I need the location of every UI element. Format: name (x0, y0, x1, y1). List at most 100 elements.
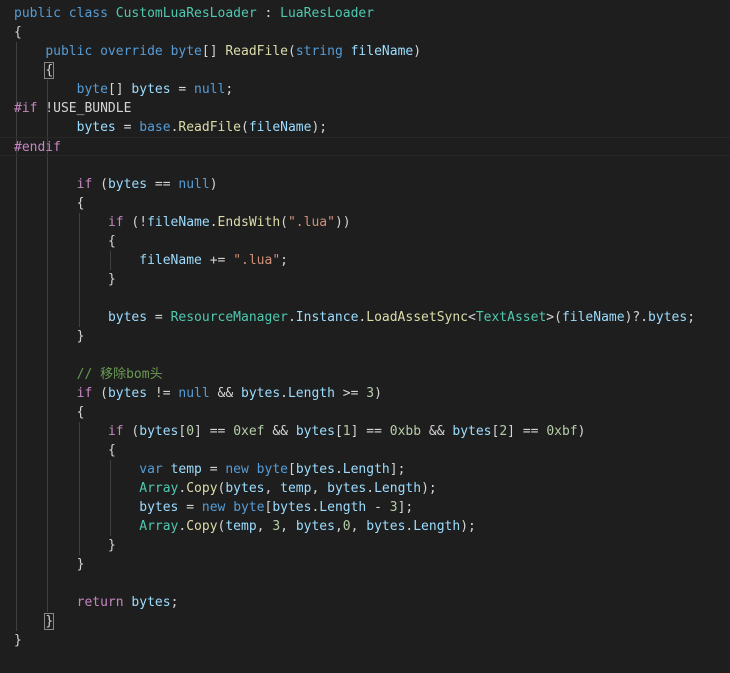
code-token: ] == (350, 424, 390, 439)
code-token: [ (287, 462, 296, 477)
code-token: bytes (131, 595, 171, 610)
code-token: = (170, 82, 195, 97)
code-token: : (256, 6, 281, 21)
code-line[interactable] (0, 289, 730, 308)
code-token: ResourceManager (170, 310, 288, 325)
code-token: . (209, 215, 218, 230)
code-token: Length (319, 500, 367, 515)
code-line[interactable]: } (0, 536, 730, 555)
code-token: Length (413, 519, 461, 534)
code-token: ) (577, 424, 586, 439)
code-line[interactable]: bytes = base.ReadFile(fileName); (0, 118, 730, 137)
code-token: 0xef (233, 424, 265, 439)
code-token: = (147, 310, 171, 325)
code-line[interactable]: Array.Copy(temp, 3, bytes,0, bytes.Lengt… (0, 517, 730, 536)
code-line[interactable]: fileName += ".lua"; (0, 251, 730, 270)
code-line[interactable]: } (0, 612, 730, 631)
code-token: { (76, 196, 85, 211)
code-token: override (100, 44, 163, 59)
code-token: LuaResLoader (280, 6, 375, 21)
code-line[interactable]: if (bytes == null) (0, 175, 730, 194)
code-line[interactable]: return bytes; (0, 593, 730, 612)
code-token: ) (413, 44, 422, 59)
code-token: bytes (366, 519, 406, 534)
code-token: [] (201, 44, 226, 59)
code-token: Length (342, 462, 390, 477)
code-token: ; (280, 253, 288, 268)
code-line[interactable]: if (bytes != null && bytes.Length >= 3) (0, 384, 730, 403)
code-line[interactable]: { (0, 194, 730, 213)
code-line[interactable]: if (!fileName.EndsWith(".lua")) (0, 213, 730, 232)
code-line[interactable]: var temp = new byte[bytes.Length]; (0, 460, 730, 479)
code-token: // 移除bom头 (76, 367, 163, 382)
code-token: bytes (139, 424, 179, 439)
code-token: TextAsset (475, 310, 547, 325)
code-line[interactable]: bytes = ResourceManager.Instance.LoadAss… (0, 308, 730, 327)
code-token: bytes (272, 500, 312, 515)
code-token: temp (170, 462, 202, 477)
code-token: public (14, 6, 61, 21)
code-token: == (147, 177, 179, 192)
code-token: byte (170, 44, 202, 59)
code-token: class (68, 6, 108, 21)
code-token: bytes (452, 424, 492, 439)
code-token: if (76, 177, 93, 192)
code-line[interactable]: // 移除bom头 (0, 365, 730, 384)
code-token: ]; (397, 500, 414, 515)
code-line[interactable]: } (0, 327, 730, 346)
code-line[interactable]: Array.Copy(bytes, temp, bytes.Length); (0, 479, 730, 498)
code-token: #if (14, 101, 38, 116)
code-token: bytes (327, 481, 367, 496)
code-editor[interactable]: public class CustomLuaResLoader : LuaRes… (0, 0, 730, 673)
code-token: = (178, 500, 202, 515)
code-token: ReadFile (178, 120, 242, 135)
code-line[interactable]: } (0, 270, 730, 289)
code-token: && (421, 424, 453, 439)
code-token: } (76, 557, 85, 572)
code-line[interactable]: { (0, 23, 730, 42)
code-line[interactable]: bytes = new byte[bytes.Length - 3]; (0, 498, 730, 517)
code-token: { (44, 62, 55, 79)
code-token: ( (92, 386, 108, 401)
code-token: } (14, 633, 22, 648)
code-token: 3 (272, 519, 281, 534)
code-token: Length (287, 386, 335, 401)
code-line[interactable] (0, 346, 730, 365)
code-line[interactable]: } (0, 631, 730, 650)
code-line[interactable] (0, 156, 730, 175)
code-token: fileName (350, 44, 414, 59)
code-line[interactable]: { (0, 403, 730, 422)
code-token: >= (334, 386, 367, 401)
code-token: != (147, 386, 179, 401)
code-line[interactable]: { (0, 441, 730, 460)
code-line[interactable]: } (0, 555, 730, 574)
code-token: ReadFile (225, 44, 288, 59)
code-line[interactable]: { (0, 61, 730, 80)
code-token: if (76, 386, 93, 401)
code-token: ; (170, 595, 179, 610)
code-token: bytes (225, 481, 265, 496)
code-token: Copy (186, 519, 218, 534)
code-token: [] (107, 82, 132, 97)
code-line[interactable]: byte[] bytes = null; (0, 80, 730, 99)
code-line[interactable]: public class CustomLuaResLoader : LuaRes… (0, 4, 730, 23)
code-token: bytes (107, 177, 148, 192)
code-token: Length (374, 481, 422, 496)
code-line[interactable]: public override byte[] ReadFile(string f… (0, 42, 730, 61)
code-token: { (107, 443, 116, 458)
code-token: public (45, 44, 93, 59)
code-line[interactable]: if (bytes[0] == 0xef && bytes[1] == 0xbb… (0, 422, 730, 441)
code-token: Array (139, 519, 179, 534)
code-line[interactable]: #if !USE_BUNDLE (0, 99, 730, 118)
code-token: >( (546, 310, 562, 325)
code-token: new (225, 462, 249, 477)
code-line[interactable]: { (0, 232, 730, 251)
code-line[interactable]: #endif (0, 137, 730, 156)
code-line[interactable] (0, 574, 730, 593)
code-token: byte (256, 462, 288, 477)
code-token: bytes (648, 310, 688, 325)
code-token: ( (92, 177, 108, 192)
